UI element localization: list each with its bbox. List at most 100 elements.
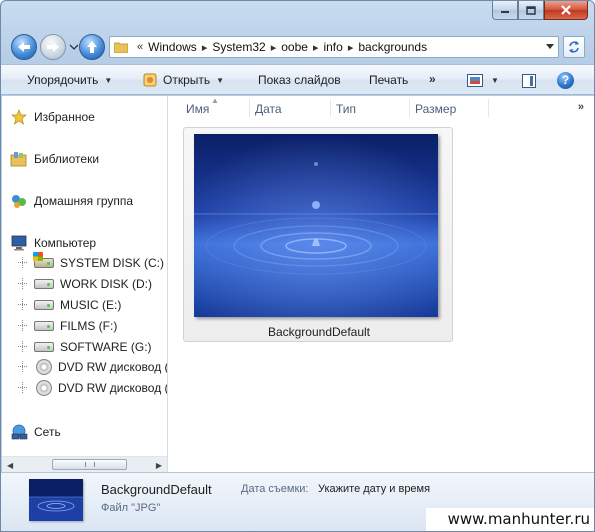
up-button[interactable] <box>79 34 105 60</box>
library-icon <box>10 152 27 167</box>
open-label: Открыть <box>163 73 211 87</box>
view-chevron-down-icon[interactable]: ▼ <box>491 76 499 85</box>
details-thumbnail <box>29 479 83 521</box>
file-thumbnail <box>194 134 438 317</box>
recent-pages-chevron-icon[interactable] <box>69 42 79 52</box>
column-divider[interactable] <box>330 99 331 117</box>
hard-drive-icon <box>34 279 54 289</box>
breadcrumb-separator-icon[interactable]: ▸ <box>313 41 319 54</box>
sidebar-item-network[interactable]: Сеть <box>10 424 61 440</box>
caption-buttons <box>492 1 588 20</box>
forward-button[interactable] <box>40 34 66 60</box>
preview-pane-icon[interactable] <box>522 74 536 88</box>
hard-drive-icon <box>34 300 54 310</box>
breadcrumb-separator-icon[interactable]: ▸ <box>348 41 354 54</box>
column-header-size[interactable]: Размер <box>415 102 456 116</box>
organize-label: Упорядочить <box>27 73 99 87</box>
hard-drive-icon <box>34 342 54 352</box>
maximize-button[interactable] <box>518 1 544 20</box>
expand-icon[interactable] <box>18 299 28 310</box>
expand-icon[interactable] <box>18 278 28 289</box>
breadcrumb-separator-icon[interactable]: ▸ <box>202 41 208 54</box>
print-label: Печать <box>369 73 409 87</box>
more-commands-button[interactable]: » <box>429 72 436 86</box>
drive-label: SYSTEM DISK (C:) <box>60 256 165 270</box>
column-header-type[interactable]: Тип <box>336 102 356 116</box>
sidebar-item-libraries[interactable]: Библиотеки <box>10 151 99 167</box>
sidebar-label: Компьютер <box>34 236 97 250</box>
breadcrumb-backgrounds[interactable]: backgrounds <box>358 40 427 54</box>
expand-icon[interactable] <box>18 257 28 268</box>
sidebar-drive-g[interactable]: SOFTWARE (G:) <box>18 340 152 354</box>
close-button[interactable] <box>544 1 588 20</box>
column-divider[interactable] <box>409 99 410 117</box>
open-button[interactable]: Открыть ▼ <box>143 73 224 87</box>
chevron-down-icon: ▼ <box>104 75 113 85</box>
column-divider[interactable] <box>249 99 250 117</box>
expand-icon[interactable] <box>18 361 28 372</box>
breadcrumb-windows[interactable]: Windows <box>148 40 197 54</box>
file-tile[interactable]: BackgroundDefault <box>183 127 453 342</box>
breadcrumb-system32[interactable]: System32 <box>212 40 265 54</box>
homegroup-icon <box>12 195 26 208</box>
folder-icon <box>114 42 128 53</box>
sidebar-drive-d[interactable]: WORK DISK (D:) <box>18 277 152 291</box>
address-dropdown-icon[interactable] <box>546 44 554 50</box>
refresh-button[interactable] <box>563 36 585 58</box>
sidebar-drive-e[interactable]: MUSIC (E:) <box>18 298 121 312</box>
breadcrumb-overflow[interactable]: « <box>137 41 143 53</box>
drive-label: WORK DISK (D:) <box>60 277 152 291</box>
print-button[interactable]: Печать <box>369 73 408 87</box>
expand-icon[interactable] <box>18 341 28 352</box>
organize-button[interactable]: Упорядочить ▼ <box>27 73 112 87</box>
drive-label: SOFTWARE (G:) <box>60 340 152 354</box>
computer-icon <box>11 235 27 251</box>
network-icon <box>11 424 28 440</box>
breadcrumb-oobe[interactable]: oobe <box>281 40 308 54</box>
sidebar-item-favorites[interactable]: Избранное <box>10 109 95 125</box>
back-button[interactable] <box>11 34 37 60</box>
scroll-thumb[interactable] <box>52 459 127 470</box>
dvd-drive-icon <box>36 380 52 396</box>
drive-label: FILMS (F:) <box>60 319 118 333</box>
sidebar-label: Домашняя группа <box>34 194 134 208</box>
navigation-pane: Избранное Библиотеки Домашняя группа Ком… <box>2 96 168 472</box>
expand-icon[interactable] <box>18 382 28 393</box>
breadcrumb-separator-icon[interactable]: ▸ <box>271 41 277 54</box>
hard-drive-icon <box>34 321 54 331</box>
slideshow-button[interactable]: Показ слайдов <box>258 73 341 87</box>
scroll-left-icon[interactable]: ◀ <box>7 461 13 470</box>
sidebar-label: Библиотеки <box>34 152 100 166</box>
minimize-button[interactable] <box>492 1 518 20</box>
column-header-date[interactable]: Дата <box>255 102 282 116</box>
drive-label: MUSIC (E:) <box>60 298 122 312</box>
expand-icon[interactable] <box>18 320 28 331</box>
more-columns-icon[interactable]: » <box>578 101 584 113</box>
view-options-icon[interactable] <box>467 74 483 87</box>
sidebar-drive-f[interactable]: FILMS (F:) <box>18 319 117 333</box>
scroll-right-icon[interactable]: ▶ <box>156 461 162 470</box>
help-icon[interactable]: ? <box>557 72 574 89</box>
command-bar: Упорядочить ▼ Открыть ▼ Показ слайдов Пе… <box>1 64 594 95</box>
sidebar-label: Избранное <box>34 110 95 124</box>
nav-horizontal-scrollbar[interactable]: ◀ ▶ <box>2 456 167 472</box>
navigation-row: « Windows ▸ System32 ▸ oobe ▸ info ▸ bac… <box>9 33 587 61</box>
sidebar-drive-i[interactable]: DVD RW дисковод (I:) <box>18 380 168 396</box>
drive-label: DVD RW дисковод (I:) <box>58 381 168 395</box>
watermark: www.manhunter.ru <box>426 508 594 531</box>
sidebar-drive-c[interactable]: SYSTEM DISK (C:) <box>18 252 165 270</box>
breadcrumb-info[interactable]: info <box>323 40 342 54</box>
minimize-icon <box>501 11 509 13</box>
star-icon <box>11 109 27 125</box>
refresh-icon <box>569 41 579 53</box>
address-bar[interactable]: « Windows ▸ System32 ▸ oobe ▸ info ▸ bac… <box>109 36 559 58</box>
sidebar-item-homegroup[interactable]: Домашняя группа <box>10 193 133 209</box>
sidebar-drive-h[interactable]: DVD RW дисковод (H <box>18 359 167 375</box>
column-divider[interactable] <box>488 99 489 117</box>
column-header-name[interactable]: Имя <box>186 102 209 116</box>
file-name-label: BackgroundDefault <box>267 325 371 339</box>
details-date-label: Дата съемки: <box>241 483 309 495</box>
details-date-value[interactable]: Укажите дату и время <box>318 483 430 495</box>
sidebar-item-computer[interactable]: Компьютер <box>10 235 96 251</box>
image-viewer-icon <box>143 73 157 87</box>
